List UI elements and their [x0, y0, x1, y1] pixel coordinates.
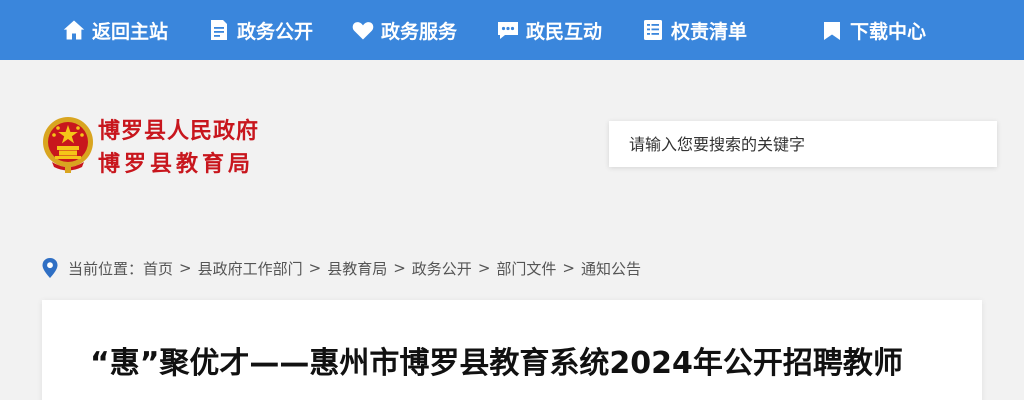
- nav-label: 返回主站: [92, 20, 169, 43]
- breadcrumb-item-department-documents[interactable]: 部门文件: [496, 258, 556, 279]
- chat-icon: [498, 22, 518, 39]
- breadcrumb-item-notices[interactable]: 通知公告: [581, 258, 641, 279]
- nav-label: 政务公开: [237, 20, 314, 43]
- search-input[interactable]: [609, 121, 997, 167]
- list-icon: [644, 20, 662, 40]
- breadcrumb: 当前位置： 首页 > 县政府工作部门 > 县教育局 > 政务公开 > 部门文件 …: [42, 257, 641, 279]
- breadcrumb-prefix: 当前位置：: [68, 259, 144, 278]
- nav-label: 政务服务: [381, 20, 458, 43]
- nav-item-public-interaction[interactable]: 政民互动: [496, 0, 602, 60]
- nav-item-government-services[interactable]: 政务服务: [351, 0, 457, 60]
- nav-label: 下载中心: [850, 20, 927, 43]
- document-icon: [211, 20, 227, 40]
- nav-item-download-center[interactable]: 下载中心: [820, 0, 926, 60]
- top-navigation-bar: 返回主站 政务公开 政务服务 政民互动 权责清单 下载中心: [0, 0, 1024, 60]
- location-pin-icon: [42, 258, 58, 278]
- breadcrumb-item-home[interactable]: 首页: [143, 258, 173, 279]
- nav-label: 权责清单: [671, 20, 748, 43]
- heart-icon: [352, 22, 374, 40]
- nav-item-home[interactable]: 返回主站: [62, 0, 168, 60]
- bookmark-icon: [824, 22, 840, 40]
- article-card: “惠”聚优才——惠州市博罗县教育系统2024年公开招聘教师: [42, 300, 982, 400]
- nav-item-government-affairs[interactable]: 政务公开: [207, 0, 313, 60]
- breadcrumb-separator: >: [179, 259, 192, 277]
- breadcrumb-separator: >: [562, 259, 575, 277]
- breadcrumb-separator: >: [477, 259, 491, 277]
- site-logo-subtitle[interactable]: 博罗县教育局: [98, 146, 254, 178]
- nav-item-responsibility-list[interactable]: 权责清单: [641, 0, 747, 60]
- site-header: 博罗县人民政府 博罗县教育局: [0, 60, 1024, 230]
- article-title: “惠”聚优才——惠州市博罗县教育系统2024年公开招聘教师: [90, 346, 903, 381]
- breadcrumb-item-education-bureau[interactable]: 县教育局: [327, 258, 387, 279]
- site-logo-title[interactable]: 博罗县人民政府: [98, 113, 259, 145]
- breadcrumb-item-departments[interactable]: 县政府工作部门: [198, 258, 303, 279]
- breadcrumb-separator: >: [308, 259, 322, 277]
- national-emblem-icon: [43, 117, 93, 173]
- breadcrumb-separator: >: [393, 259, 406, 277]
- nav-label: 政民互动: [526, 20, 603, 43]
- home-icon: [63, 20, 85, 40]
- breadcrumb-item-government-affairs[interactable]: 政务公开: [412, 258, 472, 279]
